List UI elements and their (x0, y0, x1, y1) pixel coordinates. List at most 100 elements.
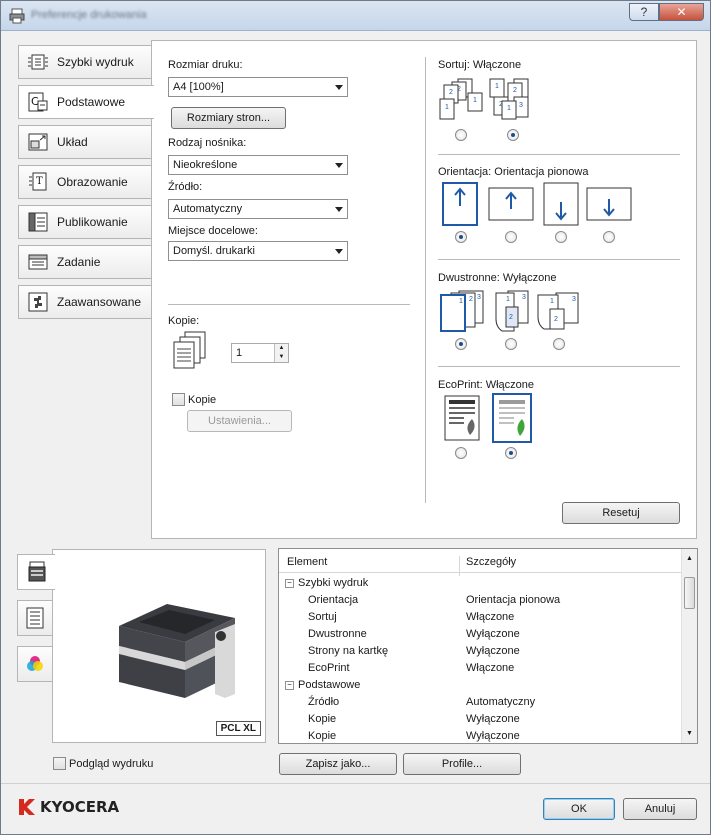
tab-advanced[interactable]: Zaawansowane (18, 285, 152, 319)
collate-checkbox[interactable] (172, 393, 185, 406)
ok-button[interactable]: OK (543, 798, 615, 820)
device-preview-pane: PCL XL (52, 549, 266, 743)
layout-icon (28, 133, 48, 151)
sort-off-radio[interactable] (455, 129, 467, 141)
print-size-select[interactable]: A4 [100%] (168, 77, 348, 97)
tab-label: Obrazowanie (57, 175, 128, 189)
orientation-landscape-radio[interactable] (505, 231, 517, 243)
column-separator[interactable] (459, 556, 460, 576)
tab-quick-print[interactable]: Szybki wydruk (18, 45, 152, 79)
collate-label: Kopie (188, 394, 217, 406)
column-header-element[interactable]: Element (287, 556, 327, 568)
tab-label: Zaawansowane (57, 295, 142, 309)
table-row[interactable]: Kopie Wyłączone (279, 711, 683, 728)
scrollbar-thumb[interactable] (684, 577, 695, 609)
row-details: Wyłączone (466, 645, 520, 657)
media-type-select[interactable]: Nieokreślone (168, 155, 348, 175)
chevron-down-icon (335, 207, 343, 212)
destination-select[interactable]: Domyśl. drukarki (168, 241, 348, 261)
tab-color-preview[interactable] (17, 646, 53, 682)
sort-value: Włączone (472, 59, 522, 71)
settings-summary-list[interactable]: Element Szczegóły − Szybki wydruk Orientac… (278, 548, 698, 744)
kyocera-logo-text: KYOCERA (40, 798, 120, 816)
duplex-short-edge-radio[interactable] (553, 338, 565, 350)
list-scrollbar[interactable]: ▲ ▼ (681, 549, 697, 743)
print-preview-checkbox[interactable] (53, 757, 66, 770)
row-details: Orientacja pionowa (466, 594, 561, 606)
tab-basic[interactable]: C Podstawowe (18, 85, 154, 119)
column-divider (425, 57, 426, 503)
tab-job[interactable]: Zadanie (18, 245, 152, 279)
orientation-label: Orientacja: (438, 166, 492, 178)
table-row[interactable]: Sortuj Włączone (279, 609, 683, 626)
save-as-button[interactable]: Zapisz jako... (279, 753, 397, 775)
table-row[interactable]: Źródło Automatyczny (279, 694, 683, 711)
duplex-value: Wyłączone (502, 272, 557, 284)
table-row[interactable]: Kopie Wyłączone (279, 728, 683, 743)
divider (438, 259, 680, 260)
group-label: Podstawowe (298, 679, 361, 691)
collapse-icon[interactable]: − (285, 579, 294, 588)
source-select[interactable]: Automatyczny (168, 199, 348, 219)
settings-button[interactable]: Ustawienia... (187, 410, 292, 432)
ecoprint-on-icon (492, 393, 532, 443)
collapse-icon[interactable]: − (285, 681, 294, 690)
list-group-row[interactable]: − Szybki wydruk (279, 575, 683, 592)
print-size-value: A4 [100%] (173, 81, 224, 93)
chevron-down-icon (335, 163, 343, 168)
stepper-up-icon[interactable]: ▲ (274, 344, 288, 353)
duplex-long-edge-radio[interactable] (505, 338, 517, 350)
orientation-rotated-landscape-radio[interactable] (603, 231, 615, 243)
table-row[interactable]: Strony na kartkę Wyłączone (279, 643, 683, 660)
tab-layout[interactable]: Układ (18, 125, 152, 159)
row-element: Sortuj (308, 611, 337, 623)
table-row[interactable]: Dwustronne Wyłączone (279, 626, 683, 643)
advanced-icon (28, 292, 48, 312)
footer-divider (1, 783, 710, 784)
tab-publishing[interactable]: Publikowanie (18, 205, 152, 239)
table-row[interactable]: Orientacja Orientacja pionowa (279, 592, 683, 609)
svg-text:1: 1 (550, 298, 554, 305)
page-sizes-button[interactable]: Rozmiary stron... (171, 107, 286, 129)
scroll-down-icon[interactable]: ▼ (686, 730, 693, 737)
svg-text:3: 3 (477, 294, 481, 301)
cancel-button[interactable]: Anuluj (623, 798, 697, 820)
help-button[interactable]: ? (629, 3, 659, 21)
job-icon (28, 254, 48, 270)
svg-text:1: 1 (445, 104, 449, 111)
sort-on-radio[interactable] (507, 129, 519, 141)
row-details: Włączone (466, 611, 515, 623)
tab-imaging[interactable]: T Obrazowanie (18, 165, 152, 199)
column-header-details[interactable]: Szczegóły (466, 556, 516, 568)
destination-label: Miejsce docelowe: (168, 225, 258, 237)
orientation-rotated-portrait-radio[interactable] (555, 231, 567, 243)
row-element: Orientacja (308, 594, 359, 606)
title-bar: Preferencje drukowania ? ✕ (1, 1, 710, 31)
svg-text:3: 3 (572, 296, 576, 303)
ecoprint-on-radio[interactable] (505, 447, 517, 459)
reset-button[interactable]: Resetuj (562, 502, 680, 524)
basic-icon: C (28, 92, 48, 112)
imaging-icon: T (29, 172, 47, 191)
group-label: Szybki wydruk (298, 577, 369, 589)
duplex-off-icon: 3 2 1 (440, 290, 484, 332)
list-group-row[interactable]: − Podstawowe (279, 677, 683, 694)
copies-stepper[interactable]: 1 ▲ ▼ (231, 343, 289, 363)
profile-button[interactable]: Profile... (403, 753, 521, 775)
table-row[interactable]: EcoPrint Włączone (279, 660, 683, 677)
scroll-up-icon[interactable]: ▲ (686, 555, 693, 562)
tab-page-preview[interactable] (17, 600, 53, 636)
close-button[interactable]: ✕ (659, 3, 704, 21)
row-element: Kopie (308, 713, 337, 725)
row-details: Wyłączone (466, 713, 520, 725)
divider (438, 154, 680, 155)
tab-device-preview[interactable] (17, 554, 55, 590)
duplex-off-radio[interactable] (455, 338, 467, 350)
stepper-down-icon[interactable]: ▼ (274, 353, 288, 362)
svg-text:3: 3 (519, 102, 523, 109)
ecoprint-off-radio[interactable] (455, 447, 467, 459)
ecoprint-off-icon (444, 395, 480, 441)
orientation-portrait-radio[interactable] (455, 231, 467, 243)
sort-off-icon: 3 2 2 1 1 (439, 78, 483, 120)
ecoprint-label: EcoPrint: (438, 379, 483, 391)
